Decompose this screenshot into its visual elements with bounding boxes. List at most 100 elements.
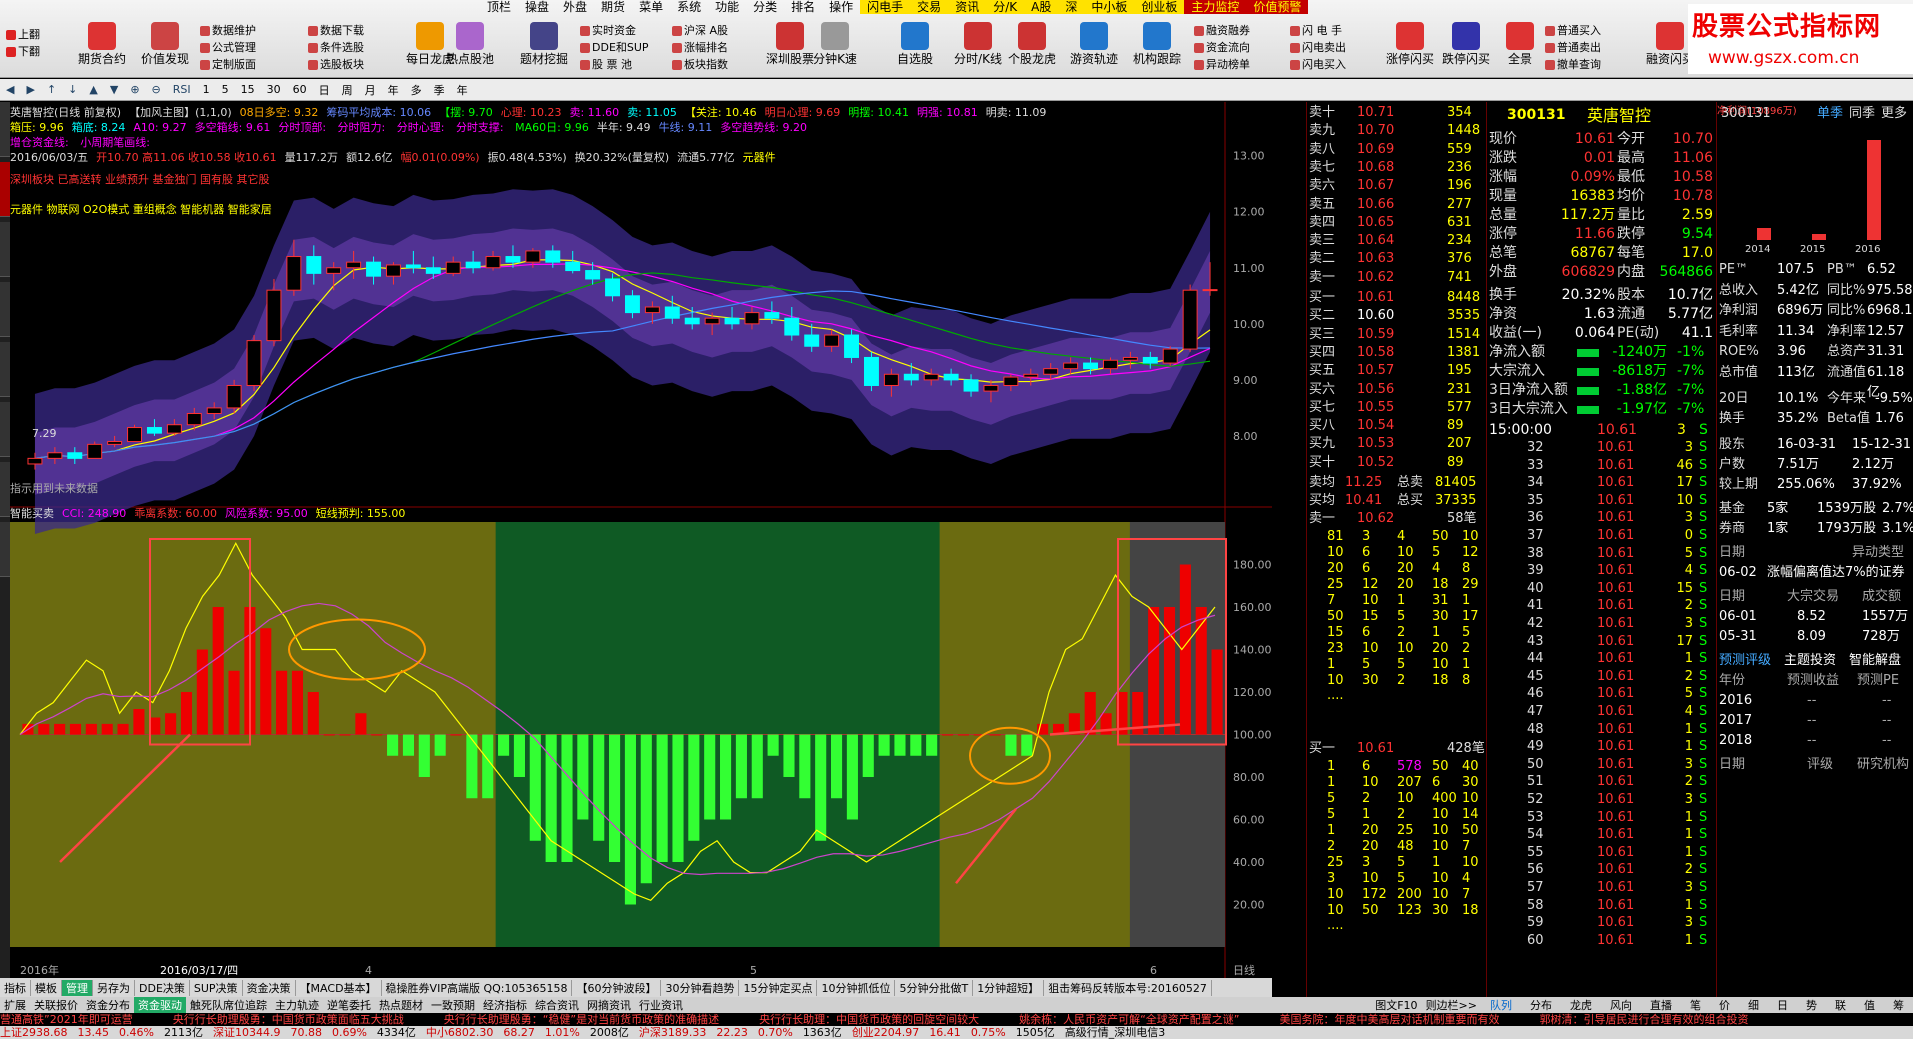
menu-item[interactable]: 中小板 (1084, 0, 1135, 14)
buy-button[interactable]: 涨停闪买 (1380, 20, 1440, 76)
period-button[interactable]: 多 (405, 82, 428, 98)
right-panel-tab[interactable]: 笔 (1681, 997, 1710, 1013)
menu-item[interactable]: 操盘 (518, 0, 556, 14)
toolbar-item[interactable]: 涨幅排名 (672, 39, 728, 56)
toolbar-item[interactable]: 选股板块 (308, 56, 364, 73)
kline-button[interactable]: 分时/K线 (948, 20, 1008, 76)
period-button[interactable]: 季 (428, 82, 451, 98)
menu-item[interactable]: 交易 (910, 0, 949, 14)
menu-item[interactable]: 深 (1058, 0, 1085, 14)
toolbar-item[interactable]: 普通卖出 (1545, 39, 1601, 56)
side-tab[interactable] (0, 102, 10, 157)
track-button[interactable]: 游资轨迹 (1064, 20, 1124, 76)
f10-tab[interactable]: 单季 (1817, 104, 1843, 124)
chart-tool-icon[interactable]: ↑ (41, 83, 62, 96)
extension-tab[interactable]: 扩展 (0, 997, 30, 1013)
news-headline[interactable]: 央行行长助理殷勇：中国货币政策面临五大挑战 (173, 1013, 404, 1026)
right-panel-tab[interactable]: 值 (1855, 997, 1884, 1013)
side-tab[interactable] (0, 162, 10, 217)
chart-tool-icon[interactable]: ▼ (104, 83, 124, 96)
indicator-tab[interactable]: SUP决策 (190, 979, 243, 996)
extension-tab[interactable]: 触死队席位追踪 (186, 997, 271, 1013)
toolbar-item[interactable]: 闪电卖出 (1290, 39, 1346, 56)
indicator-tab[interactable]: 资金决策 (243, 979, 296, 996)
side-tab[interactable] (0, 522, 10, 577)
indicator-tab[interactable]: 管理 (62, 979, 93, 996)
toolbar-item[interactable]: 数据维护 (200, 22, 256, 39)
right-panel-tab[interactable]: 风向 (1601, 997, 1641, 1013)
news-headline[interactable]: 郭树清：引导居民进行合理有效的组合投资 (1540, 1013, 1749, 1026)
chart-tool-icon[interactable]: ▲ (83, 83, 103, 96)
f10-tab-link[interactable]: 图文F10 (1371, 997, 1421, 1013)
inst-button[interactable]: 机构跟踪 (1127, 20, 1187, 76)
menu-item[interactable]: 功能 (708, 0, 746, 14)
right-panel-tab[interactable]: 细 (1739, 997, 1768, 1013)
period-button[interactable]: 周 (336, 82, 359, 98)
toolbar-item[interactable]: 异动榜单 (1194, 56, 1250, 73)
toolbar-item[interactable]: 普通买入 (1545, 22, 1601, 39)
toolbar-item[interactable]: DDE和SUP (580, 39, 649, 56)
extension-tab[interactable]: 关联报价 (30, 997, 82, 1013)
indicator-tab[interactable]: 指标 (0, 979, 31, 996)
toolbar-item[interactable]: 板块指数 (672, 56, 728, 73)
right-panel-tab[interactable]: 直播 (1641, 997, 1681, 1013)
indicator-tab[interactable]: 1分钟超短】 (973, 979, 1045, 996)
side-tab[interactable] (0, 222, 10, 277)
chart-tool-icon[interactable]: ⊕ (124, 83, 145, 96)
indicator-tab[interactable]: 【MACD基本】 (296, 979, 382, 996)
menu-item[interactable]: 资讯 (948, 0, 987, 14)
menu-item[interactable]: 分/K (986, 0, 1025, 14)
indicator-tab[interactable]: 5分钟分批做T (895, 979, 974, 996)
menu-item[interactable]: 期货 (594, 0, 632, 14)
futures-button[interactable]: 期货合约 (72, 20, 132, 76)
side-tab[interactable] (0, 402, 10, 457)
news-headline[interactable]: 美国务院：年度中美高层对话机制重要而有效 (1280, 1013, 1500, 1026)
menu-item[interactable]: 外盘 (556, 0, 594, 14)
extension-tab[interactable]: 网摘资讯 (583, 997, 635, 1013)
extension-tab[interactable]: 主力轨迹 (271, 997, 323, 1013)
toolbar-item[interactable]: 实时资金 (580, 22, 649, 39)
value-button[interactable]: 价值发现 (135, 20, 195, 76)
toolbar-item[interactable]: 融资融券 (1194, 22, 1250, 39)
chart-tool-icon[interactable]: ▶ (20, 83, 40, 96)
period-button[interactable]: 5 (216, 83, 235, 96)
menu-item[interactable]: 分类 (746, 0, 784, 14)
indicator-tab[interactable]: 另存为 (93, 979, 135, 996)
indicator-tab[interactable]: 10分钟抓低位 (817, 979, 896, 996)
toolbar-item[interactable]: 定制版面 (200, 56, 256, 73)
menu-item[interactable]: 排名 (784, 0, 822, 14)
right-panel-tab[interactable]: 分布 (1521, 997, 1561, 1013)
indicator-tab[interactable]: 15分钟定买点 (739, 979, 818, 996)
news-headline[interactable]: 姚余栋：人民币资产可解“全球资产配置之谜” (1019, 1013, 1239, 1026)
indicator-tab[interactable]: 30分钟看趋势 (661, 979, 740, 996)
right-panel-tab[interactable]: 联 (1826, 997, 1855, 1013)
page-down-button[interactable]: 下翻 (6, 43, 40, 60)
menu-item[interactable]: 主力监控 (1184, 0, 1247, 14)
menu-item[interactable]: 价值预警 (1246, 0, 1309, 14)
toolbar-item[interactable]: 沪深 A股 (672, 22, 728, 39)
mine-button[interactable]: 题材挖掘 (514, 20, 574, 76)
chart-tool-icon[interactable]: RSI (167, 83, 197, 96)
period-button[interactable]: 15 (235, 83, 261, 96)
side-tab[interactable] (0, 282, 10, 337)
toolbar-item[interactable]: 股 票 池 (580, 56, 649, 73)
extension-tab[interactable]: 热点题材 (375, 997, 427, 1013)
toolbar-item[interactable]: 数据下载 (308, 22, 364, 39)
toolbar-item[interactable]: 闪 电 手 (1290, 22, 1346, 39)
period-button[interactable]: 月 (359, 82, 382, 98)
f10-tab[interactable]: 更多 (1881, 104, 1907, 124)
star-button[interactable]: 自选股 (885, 20, 945, 76)
chart-tool-icon[interactable]: ◀ (0, 83, 20, 96)
menu-item[interactable]: 操作 (822, 0, 860, 14)
toolbar-item[interactable]: 公式管理 (200, 39, 256, 56)
menu-item[interactable]: 系统 (670, 0, 708, 14)
kline-chart-area[interactable]: 13.00 12.00 11.00 10.00 9.00 8.00 180.00 160.00… (10, 102, 1272, 997)
indicator-tab[interactable]: 【60分钟波段】 (572, 979, 662, 996)
right-panel-tab[interactable]: 势 (1797, 997, 1826, 1013)
forecast-tab[interactable]: 主题投资 (1784, 651, 1836, 671)
extension-tab[interactable]: 行业资讯 (635, 997, 687, 1013)
min-button[interactable]: 分钟K速 (805, 20, 865, 76)
chart-tool-icon[interactable]: ⊖ (146, 83, 167, 96)
right-panel-tab[interactable]: 价 (1710, 997, 1739, 1013)
extension-tab[interactable]: 资金分布 (82, 997, 134, 1013)
